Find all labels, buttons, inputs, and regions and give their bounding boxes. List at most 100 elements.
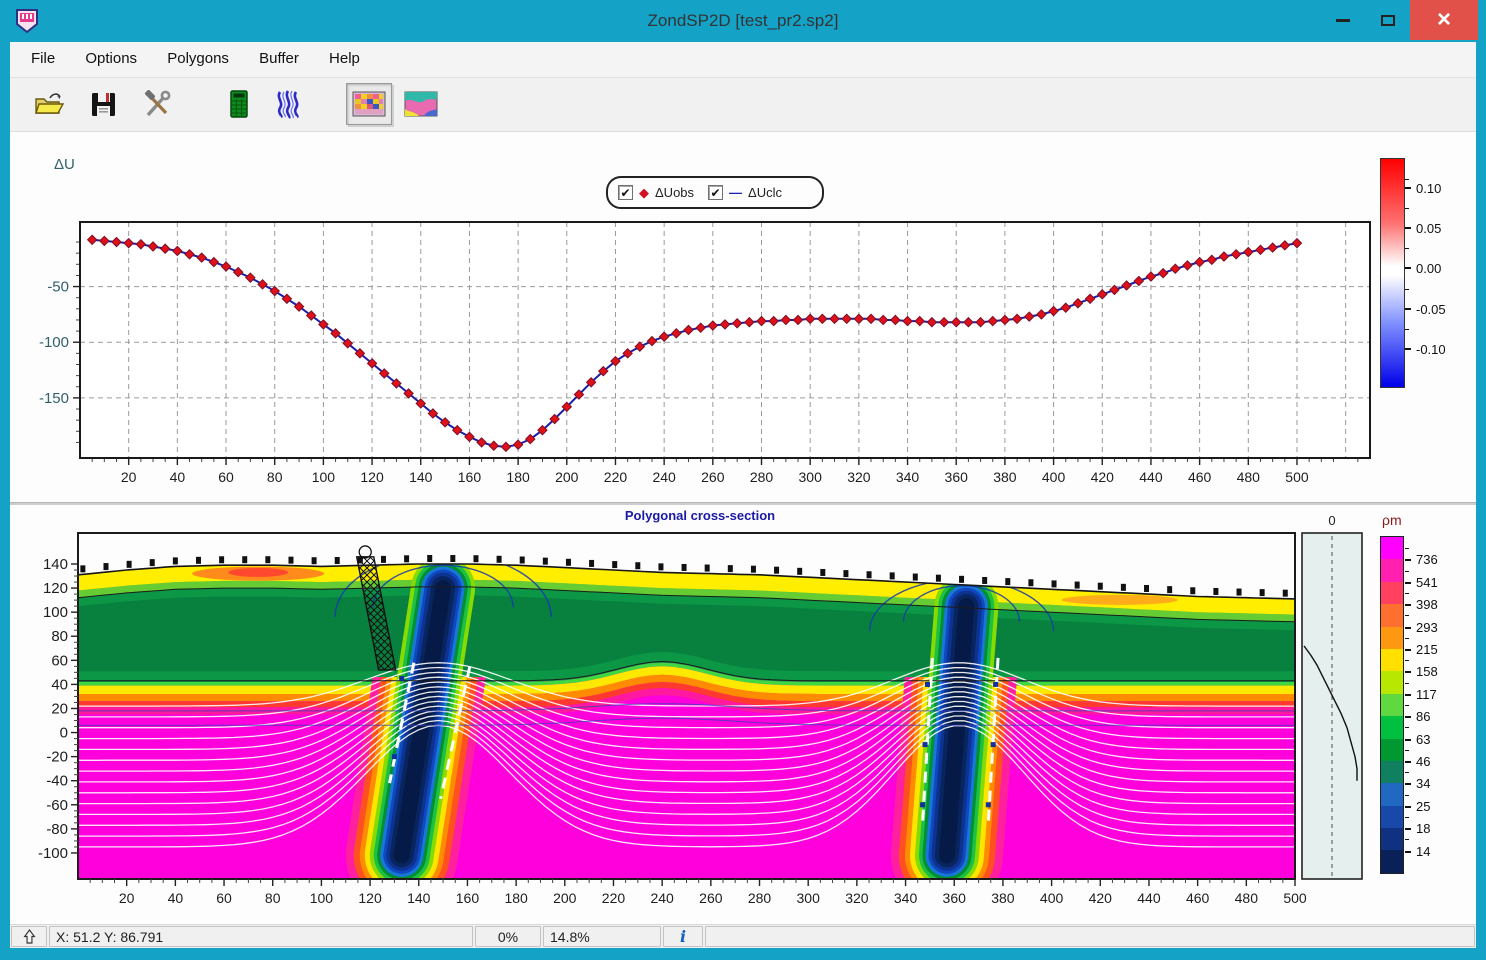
svg-text:200: 200 xyxy=(555,469,579,485)
info-icon[interactable]: i xyxy=(663,926,703,947)
section-view-button[interactable] xyxy=(346,83,392,125)
waves-icon xyxy=(274,89,308,119)
svg-text:-50: -50 xyxy=(47,279,69,296)
svg-text:60: 60 xyxy=(216,890,232,906)
statusbar: X: 51.2 Y: 86.791 0% 14.8% i xyxy=(10,924,1476,948)
svg-text:0: 0 xyxy=(1328,513,1335,528)
svg-text:300: 300 xyxy=(799,469,823,485)
svg-text:-100: -100 xyxy=(38,845,68,862)
app-icon xyxy=(14,8,40,34)
rho-colorbar-tick: 398 xyxy=(1416,597,1438,612)
menu-file[interactable]: File xyxy=(18,42,68,78)
menu-polygons[interactable]: Polygons xyxy=(154,42,242,78)
svg-text:200: 200 xyxy=(553,890,577,906)
coordinates-cell: X: 51.2 Y: 86.791 xyxy=(49,926,473,947)
close-button[interactable]: × xyxy=(1410,0,1478,40)
rho-colorbar-tick: 158 xyxy=(1416,664,1438,679)
rho-colorbar-tick: 117 xyxy=(1416,687,1437,702)
rho-colorbar-tick: 46 xyxy=(1416,754,1430,769)
du-colorbar-tick: 0.10 xyxy=(1416,181,1441,196)
resistivity-section-chart[interactable]: 2040608010012014016018020022024026028030… xyxy=(10,505,1476,926)
maximize-icon xyxy=(1381,15,1395,26)
rho-colorbar-tick: 63 xyxy=(1416,732,1430,747)
menu-buffer[interactable]: Buffer xyxy=(246,42,312,78)
clc-line-icon: — xyxy=(729,185,742,200)
svg-text:480: 480 xyxy=(1235,890,1259,906)
svg-text:400: 400 xyxy=(1042,469,1066,485)
svg-text:100: 100 xyxy=(312,469,336,485)
svg-text:420: 420 xyxy=(1089,890,1113,906)
clc-checkbox[interactable]: ✔ xyxy=(708,185,723,200)
svg-text:120: 120 xyxy=(358,890,382,906)
mesh-waves-button[interactable] xyxy=(272,85,310,123)
svg-text:500: 500 xyxy=(1285,469,1309,485)
rho-colorbar-tick: 34 xyxy=(1416,776,1430,791)
app-body: File Options Polygons Buffer Help xyxy=(10,42,1476,948)
maximize-button[interactable] xyxy=(1366,0,1410,40)
svg-text:60: 60 xyxy=(218,469,234,485)
svg-text:340: 340 xyxy=(896,469,920,485)
save-file-button[interactable] xyxy=(84,85,122,123)
obs-marker-icon: ◆ xyxy=(639,185,649,201)
svg-text:380: 380 xyxy=(991,890,1015,906)
svg-text:80: 80 xyxy=(267,469,283,485)
svg-text:360: 360 xyxy=(943,890,967,906)
svg-text:20: 20 xyxy=(121,469,137,485)
rho-colorbar-tick: 18 xyxy=(1416,821,1430,836)
rho-colorbar-tick: 86 xyxy=(1416,709,1430,724)
svg-text:320: 320 xyxy=(845,890,869,906)
svg-text:300: 300 xyxy=(797,890,821,906)
open-folder-icon xyxy=(34,91,64,117)
progress-cell-1: 0% xyxy=(475,926,541,947)
svg-text:-20: -20 xyxy=(46,749,68,766)
svg-text:140: 140 xyxy=(409,469,433,485)
svg-text:320: 320 xyxy=(847,469,871,485)
svg-text:440: 440 xyxy=(1137,890,1161,906)
menu-help[interactable]: Help xyxy=(316,42,373,78)
menu-options[interactable]: Options xyxy=(72,42,150,78)
settings-tools-button[interactable] xyxy=(138,85,176,123)
svg-text:460: 460 xyxy=(1186,890,1210,906)
window-title: ZondSP2D [test_pr2.sp2] xyxy=(0,0,1486,42)
map-view-button[interactable] xyxy=(402,85,440,123)
svg-text:220: 220 xyxy=(602,890,626,906)
svg-text:80: 80 xyxy=(51,628,68,645)
rho-colorbar-ticks: 73654139829321515811786634634251814 xyxy=(1380,536,1486,874)
legend: ✔ ◆ ΔUobs ✔ — ΔUclc xyxy=(606,176,824,209)
floppy-disk-icon xyxy=(90,91,117,118)
svg-text:160: 160 xyxy=(456,890,480,906)
svg-text:80: 80 xyxy=(265,890,281,906)
model-calculator-button[interactable] xyxy=(220,85,258,123)
svg-text:500: 500 xyxy=(1283,890,1307,906)
open-file-button[interactable] xyxy=(30,85,68,123)
svg-text:20: 20 xyxy=(51,700,68,717)
rho-colorbar-tick: 25 xyxy=(1416,799,1430,814)
svg-text:-40: -40 xyxy=(46,773,68,790)
svg-text:180: 180 xyxy=(506,469,530,485)
du-colorbar-tick: 0.00 xyxy=(1416,261,1441,276)
menubar: File Options Polygons Buffer Help xyxy=(10,42,1476,78)
rho-colorbar-tick: 541 xyxy=(1416,575,1438,590)
rho-colorbar-tick: 14 xyxy=(1416,844,1430,859)
rho-colorbar-label: ρm xyxy=(1382,512,1402,528)
titlebar: ZondSP2D [test_pr2.sp2] × xyxy=(0,0,1486,42)
app-window: ZondSP2D [test_pr2.sp2] × File Options P… xyxy=(0,0,1486,960)
svg-text:280: 280 xyxy=(750,469,774,485)
toolbar xyxy=(10,78,1476,132)
svg-text:420: 420 xyxy=(1091,469,1115,485)
svg-text:40: 40 xyxy=(51,676,68,693)
svg-text:280: 280 xyxy=(748,890,772,906)
du-colorbar-tick: -0.10 xyxy=(1416,342,1446,357)
obs-checkbox[interactable]: ✔ xyxy=(618,185,633,200)
svg-text:140: 140 xyxy=(407,890,431,906)
hammer-wrench-icon xyxy=(142,90,172,118)
svg-text:220: 220 xyxy=(604,469,628,485)
minimize-icon xyxy=(1336,19,1350,22)
close-icon: × xyxy=(1437,6,1451,34)
minimize-button[interactable] xyxy=(1320,0,1366,40)
svg-text:-80: -80 xyxy=(46,821,68,838)
svg-text:380: 380 xyxy=(993,469,1017,485)
svg-text:480: 480 xyxy=(1237,469,1261,485)
clc-label: ΔUclc xyxy=(748,185,782,200)
progress-cell-2: 14.8% xyxy=(543,926,661,947)
